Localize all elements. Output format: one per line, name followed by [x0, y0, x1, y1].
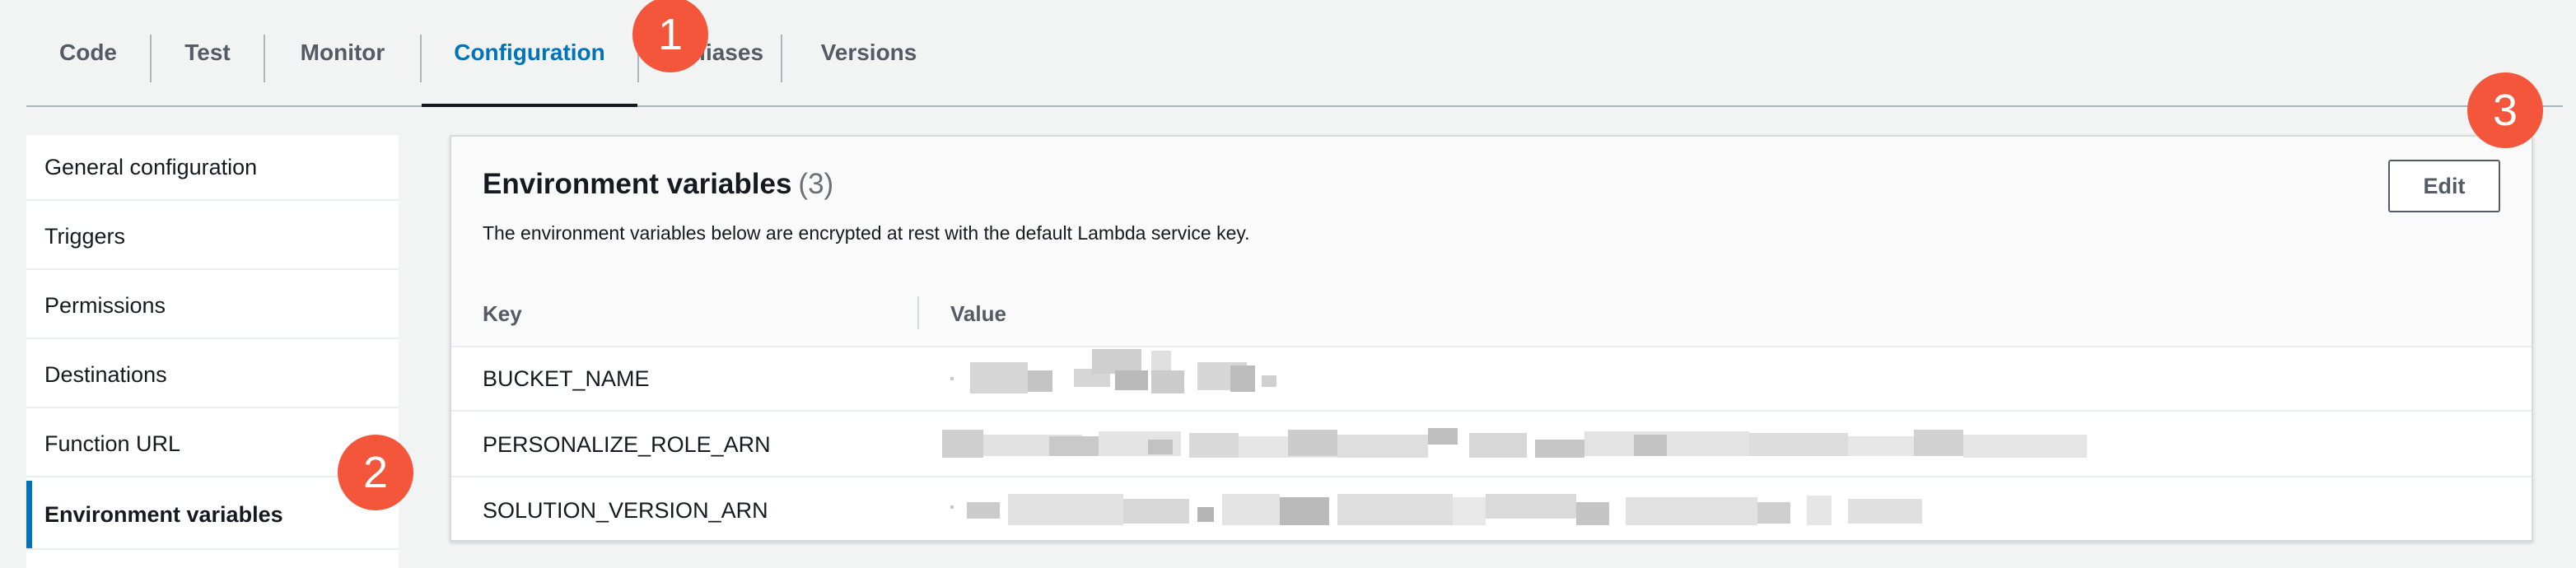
- redacted-value: [950, 477, 1955, 543]
- column-divider: [917, 296, 919, 329]
- variable-count: (3): [798, 168, 834, 200]
- panel-header: Environment variables (3) The environment…: [451, 137, 2532, 283]
- callout-3: 3: [2456, 72, 2543, 148]
- tab-code[interactable]: Code: [26, 0, 150, 105]
- tab-configuration[interactable]: Configuration: [422, 0, 637, 107]
- panel-description: The environment variables below are encr…: [483, 222, 1250, 244]
- environment-variables-panel: Environment variables (3) The environment…: [450, 135, 2533, 542]
- callout-3-number: 3: [2492, 86, 2518, 135]
- tab-monitor[interactable]: Monitor: [265, 0, 420, 105]
- table-row: PERSONALIZE_ROLE_ARN: [451, 412, 2532, 477]
- redacted-value: [942, 412, 2095, 477]
- variable-key: PERSONALIZE_ROLE_ARN: [483, 431, 771, 457]
- sidebar-item-destinations[interactable]: Destinations: [26, 342, 399, 408]
- column-header-key: Key: [483, 300, 522, 326]
- sidebar-item-triggers[interactable]: Triggers: [26, 204, 399, 270]
- callout-2: 2: [326, 435, 413, 510]
- tab-versions[interactable]: Versions: [782, 0, 955, 105]
- redacted-value: [950, 346, 1379, 412]
- variable-key: BUCKET_NAME: [483, 365, 650, 391]
- table-row: SOLUTION_VERSION_ARN: [451, 477, 2532, 543]
- edit-button[interactable]: Edit: [2388, 160, 2500, 212]
- tab-bar: Code Test Monitor Configuration Aliases …: [26, 0, 2563, 107]
- panel-title: Environment variables (3): [483, 168, 833, 201]
- callout-1-number: 1: [657, 10, 684, 59]
- table-header: Key Value: [451, 282, 2532, 347]
- tab-test[interactable]: Test: [152, 0, 264, 105]
- callout-2-number: 2: [362, 448, 389, 497]
- table-row: BUCKET_NAME: [451, 346, 2532, 412]
- sidebar-item-permissions[interactable]: Permissions: [26, 273, 399, 339]
- sidebar-item-general-configuration[interactable]: General configuration: [26, 135, 399, 201]
- column-header-value: Value: [950, 300, 1006, 326]
- callout-1: 1: [618, 0, 708, 72]
- variable-key: SOLUTION_VERSION_ARN: [483, 497, 768, 523]
- panel-title-text: Environment variables: [483, 168, 792, 200]
